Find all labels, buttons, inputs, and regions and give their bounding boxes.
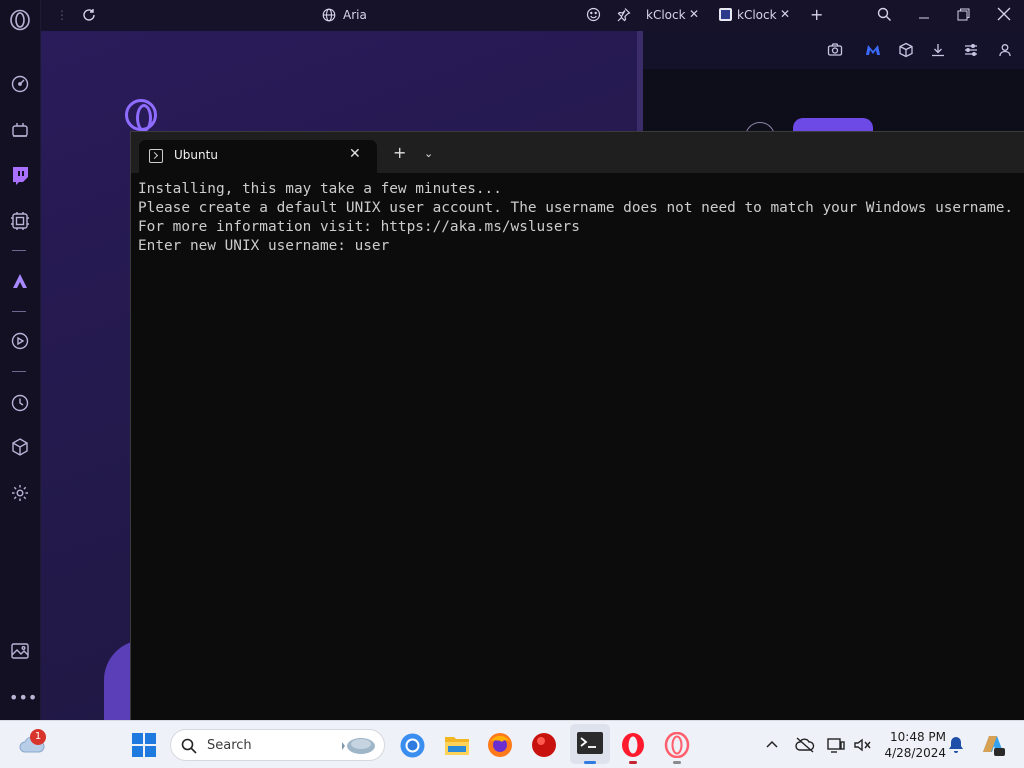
terminal-line: Installing, this may take a few minutes.… xyxy=(138,181,502,197)
active-app-indicator xyxy=(584,761,596,764)
new-terminal-tab-icon[interactable]: + xyxy=(393,145,406,161)
chevron-down-icon[interactable]: ⌄ xyxy=(424,147,433,160)
more-options-icon[interactable]: ••• xyxy=(9,690,37,712)
opera-logo-icon xyxy=(125,99,157,132)
terminal-window: Ubuntu ✕ + ⌄ Installing, this may take a… xyxy=(130,131,1024,720)
opera-sidebar: ••• xyxy=(0,0,41,720)
display-icon[interactable] xyxy=(827,736,845,754)
drag-handle-icon[interactable]: ⋮ xyxy=(56,8,68,22)
search-icon xyxy=(181,738,197,754)
camera-icon[interactable] xyxy=(827,42,843,58)
player-icon[interactable] xyxy=(9,330,31,352)
ubuntu-terminal-icon xyxy=(149,149,163,163)
opera-icon[interactable] xyxy=(620,732,646,758)
taskbar-search[interactable]: Search xyxy=(170,729,385,761)
search-highlight-icon xyxy=(341,733,379,757)
notification-bell-icon[interactable] xyxy=(948,736,964,754)
opera-gx-icon[interactable] xyxy=(664,732,690,758)
history-icon[interactable] xyxy=(9,392,31,414)
opera-menu-icon[interactable] xyxy=(9,9,31,31)
tab-close-icon[interactable]: ✕ xyxy=(780,7,790,21)
terminal-taskbar-button[interactable] xyxy=(570,724,610,764)
easy-setup-icon[interactable] xyxy=(963,42,979,58)
sidebar-separator xyxy=(12,311,26,312)
sidebar-separator xyxy=(12,250,26,251)
settings-gear-icon[interactable] xyxy=(9,482,31,504)
pin-icon[interactable] xyxy=(616,7,631,22)
desktop: ⋮ Aria kClock ✕ kClock ✕ + ••• Ubuntu ✕ … xyxy=(0,0,1024,768)
tab-kclock-1[interactable]: kClock xyxy=(646,8,686,22)
tab-close-icon[interactable]: ✕ xyxy=(689,7,699,21)
speed-dial-icon[interactable] xyxy=(9,73,31,95)
terminal-output[interactable]: Installing, this may take a few minutes.… xyxy=(138,180,1018,256)
terminal-tab-ubuntu[interactable]: Ubuntu ✕ xyxy=(139,140,377,173)
profile-icon[interactable] xyxy=(997,42,1013,58)
tab-favicon xyxy=(719,8,732,21)
clock-date: 4/28/2024 xyxy=(884,746,946,760)
malwarebytes-icon[interactable] xyxy=(865,42,881,58)
address-bar-label[interactable]: Aria xyxy=(343,8,367,22)
close-window-icon[interactable] xyxy=(997,7,1011,21)
search-placeholder: Search xyxy=(207,738,252,753)
search-tabs-icon[interactable] xyxy=(877,7,892,22)
copilot-icon[interactable] xyxy=(980,732,1006,758)
package-icon[interactable] xyxy=(9,436,31,458)
browser-tab-bar: ⋮ Aria kClock ✕ kClock ✕ + xyxy=(41,0,1024,31)
onedrive-offline-icon[interactable] xyxy=(795,737,815,753)
download-icon[interactable] xyxy=(930,42,946,58)
file-explorer-icon[interactable] xyxy=(444,733,470,757)
restore-icon[interactable] xyxy=(957,8,970,21)
aria-icon[interactable] xyxy=(9,270,31,292)
terminal-titlebar[interactable]: Ubuntu ✕ + ⌄ xyxy=(131,132,1024,173)
firefox-icon[interactable] xyxy=(487,732,513,758)
cube-icon[interactable] xyxy=(898,42,914,58)
twitch-icon[interactable] xyxy=(9,164,31,186)
clock-time: 10:48 PM xyxy=(890,730,946,744)
ai-bot-icon[interactable] xyxy=(9,119,31,141)
chrome-app-icon[interactable] xyxy=(400,733,425,758)
wallpaper-icon[interactable] xyxy=(9,640,31,662)
new-tab-icon[interactable]: + xyxy=(810,5,823,24)
notification-badge: 1 xyxy=(30,729,46,745)
emoji-icon[interactable] xyxy=(586,7,601,22)
red-app-icon[interactable] xyxy=(531,732,557,758)
terminal-tab-title: Ubuntu xyxy=(174,148,218,162)
volume-muted-icon[interactable] xyxy=(853,736,871,754)
system-clock[interactable]: 10:48 PM 4/28/2024 xyxy=(882,729,946,761)
reload-icon[interactable] xyxy=(82,8,96,22)
globe-icon xyxy=(322,8,336,22)
windows-taskbar: 1 Search 10:48 PM 4/28/2024 xyxy=(0,720,1024,768)
extension-icon[interactable] xyxy=(9,210,31,232)
terminal-line: Enter new UNIX username: user xyxy=(138,238,390,254)
close-icon[interactable]: ✕ xyxy=(349,146,361,162)
terminal-line: Please create a default UNIX user accoun… xyxy=(138,200,1014,216)
tab-kclock-2[interactable]: kClock xyxy=(737,8,777,22)
minimize-icon[interactable] xyxy=(918,8,930,20)
terminal-line: For more information visit: https://aka.… xyxy=(138,219,580,235)
running-app-indicator xyxy=(629,761,637,764)
sidebar-separator xyxy=(12,371,26,372)
browser-toolbar xyxy=(643,31,1024,69)
running-app-indicator xyxy=(673,761,681,764)
chevron-up-icon[interactable] xyxy=(766,739,778,749)
start-button[interactable] xyxy=(132,733,156,757)
